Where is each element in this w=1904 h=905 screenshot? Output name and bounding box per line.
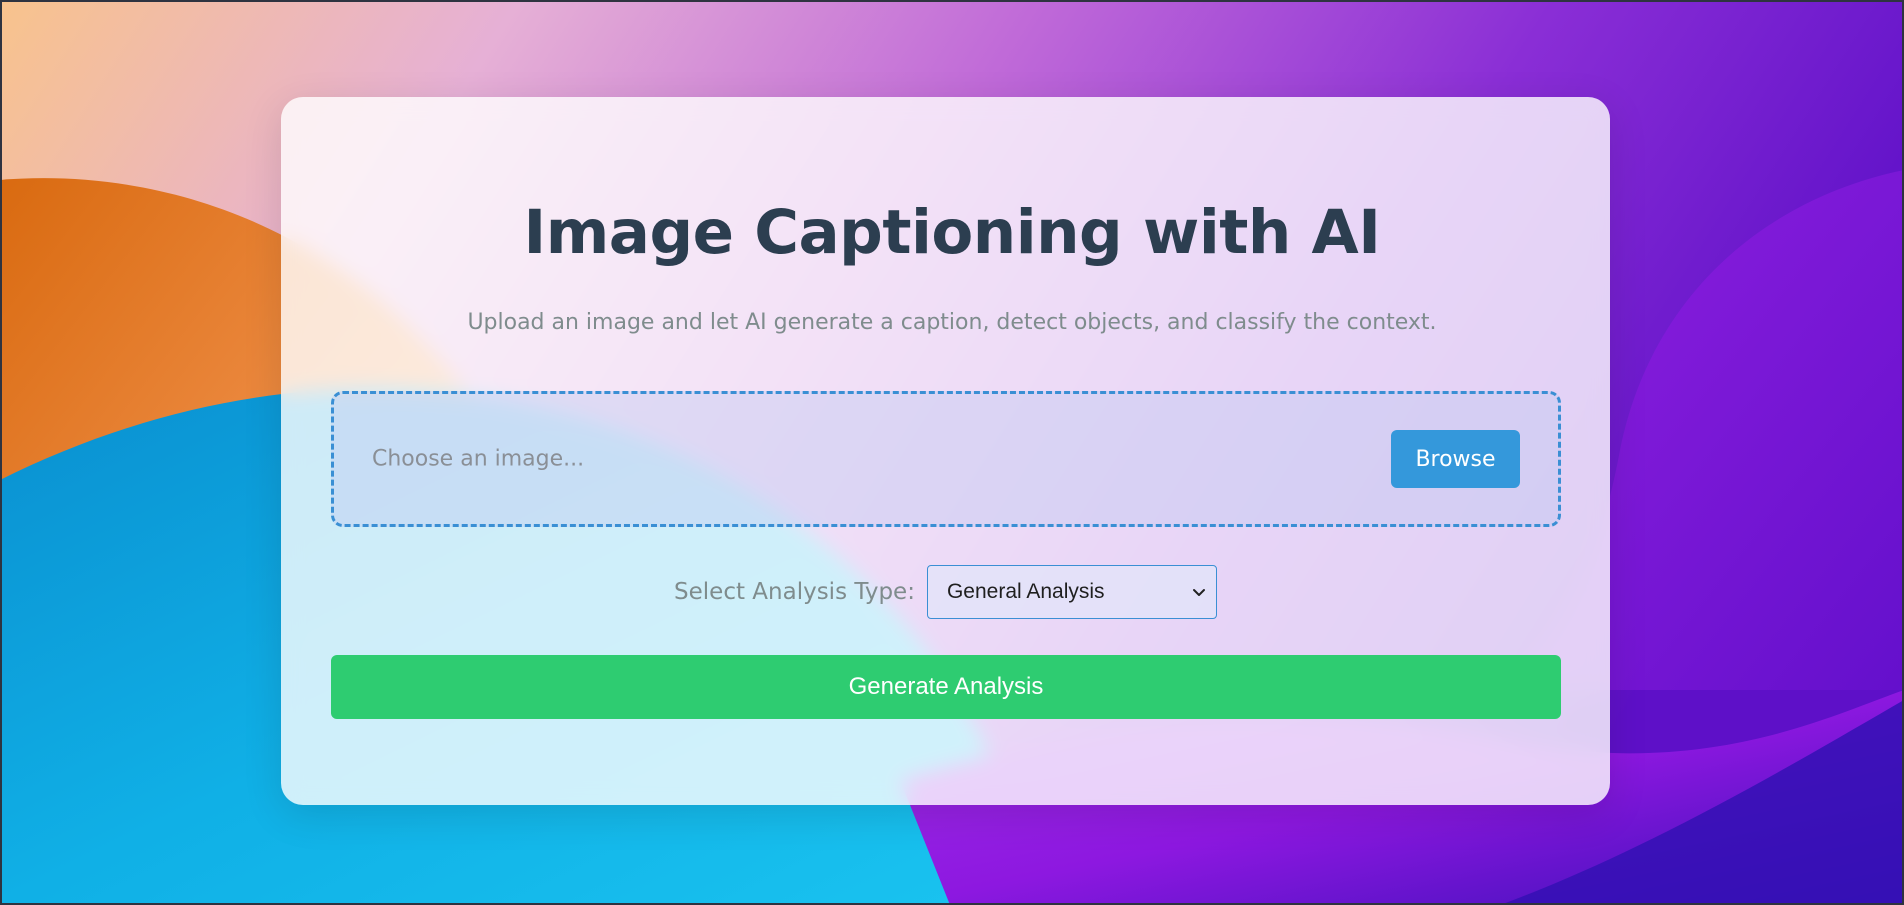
- chevron-down-icon: [1192, 589, 1205, 596]
- upload-placeholder-text: Choose an image...: [372, 446, 585, 472]
- generate-analysis-button[interactable]: Generate Analysis: [331, 655, 1561, 719]
- analysis-type-row: Select Analysis Type: General Analysis: [281, 565, 1610, 619]
- image-upload-dropzone[interactable]: Choose an image... Browse: [331, 391, 1561, 527]
- browse-button[interactable]: Browse: [1391, 430, 1520, 488]
- page-title: Image Captioning with AI: [523, 197, 1381, 268]
- analysis-type-label: Select Analysis Type:: [674, 579, 915, 605]
- analysis-type-select[interactable]: General Analysis: [926, 565, 1217, 619]
- analysis-type-selected-value: General Analysis: [946, 580, 1105, 603]
- page-subtitle: Upload an image and let AI generate a ca…: [467, 310, 1437, 335]
